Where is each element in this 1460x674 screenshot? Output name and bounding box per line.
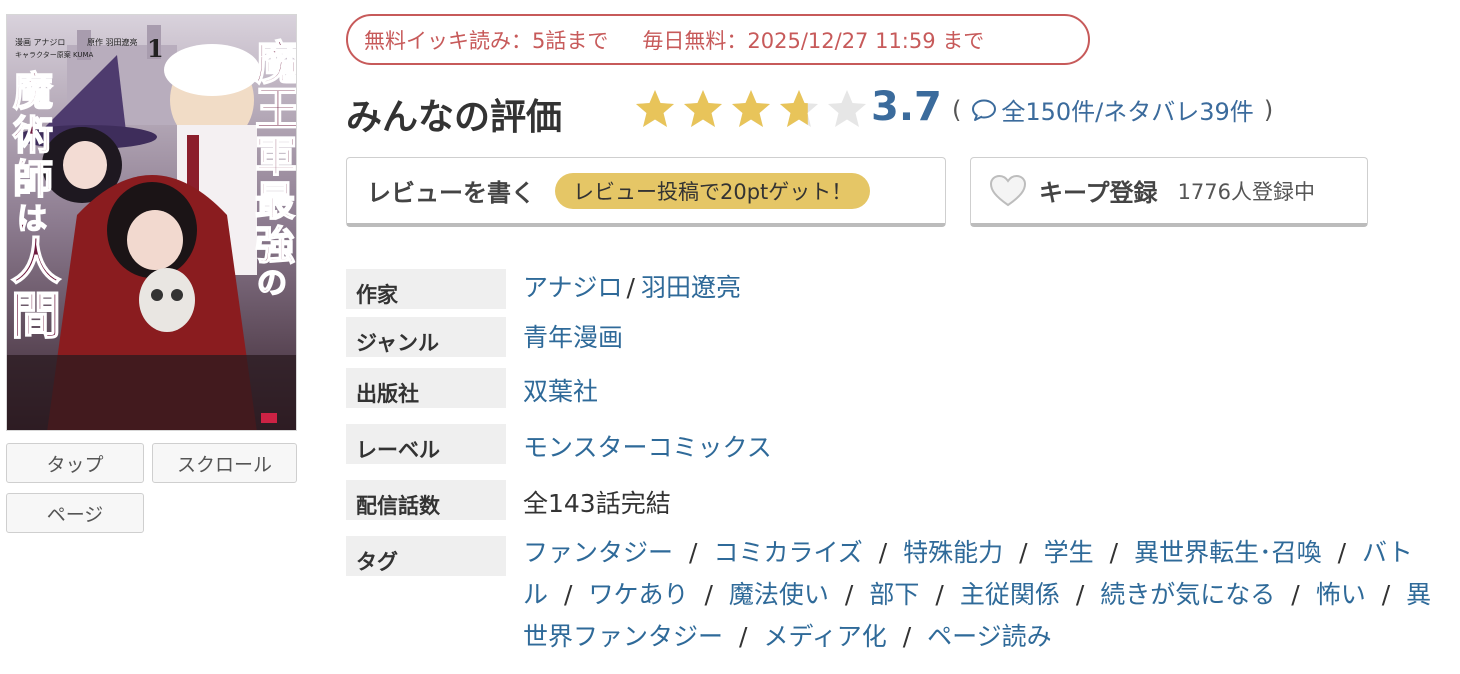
- cover-credit: キャラクター原案 KUMA: [15, 50, 94, 59]
- genre-link[interactable]: 青年漫画: [523, 323, 623, 352]
- label-label: レーベル: [346, 424, 506, 464]
- viewer-scroll-button[interactable]: スクロール: [152, 443, 297, 483]
- author-link[interactable]: アナジロ: [523, 273, 623, 302]
- tag-separator: /: [1075, 580, 1085, 609]
- tag-link[interactable]: 魔法使い: [729, 580, 829, 609]
- label-value: モンスターコミックス: [523, 428, 772, 464]
- keep-register-label: キープ登録: [1039, 179, 1158, 207]
- keep-count: 1776人登録中: [1177, 179, 1316, 204]
- genre-label: ジャンル: [346, 317, 506, 357]
- cover-illustration: 魔 王 軍 最 強 の 魔 術 師 は 人 間 1 漫画 アナジロ キャラクター…: [7, 15, 297, 430]
- cover-title-char: の: [257, 266, 287, 301]
- book-cover[interactable]: 魔 王 軍 最 強 の 魔 術 師 は 人 間 1 漫画 アナジロ キャラクター…: [6, 14, 297, 431]
- write-review-button[interactable]: レビューを書く レビュー投稿で20ptゲット！: [346, 157, 946, 227]
- tags-label: タグ: [346, 536, 506, 576]
- star-icon: [684, 90, 722, 127]
- keep-register-button[interactable]: キープ登録 1776人登録中: [970, 157, 1368, 227]
- author-separator: /: [626, 273, 635, 302]
- tag-separator: /: [902, 622, 912, 651]
- tag-link[interactable]: 部下: [869, 580, 919, 609]
- tag-link[interactable]: ページ読み: [927, 622, 1052, 651]
- review-promo-badge: レビュー投稿で20ptゲット！: [555, 172, 871, 209]
- star-icon: [636, 90, 674, 127]
- author-values: アナジロ / 羽田遼亮: [523, 268, 741, 304]
- genre-value: 青年漫画: [523, 318, 623, 354]
- tag-separator: /: [564, 580, 573, 609]
- publisher-label: 出版社: [346, 368, 506, 408]
- viewer-page-button[interactable]: ページ: [6, 493, 144, 533]
- close-paren: ): [1263, 95, 1274, 124]
- star-icon: [828, 90, 866, 127]
- tag-link[interactable]: 続きが気になる: [1100, 580, 1275, 609]
- tag-separator: /: [844, 580, 854, 609]
- tag-link[interactable]: 主従関係: [960, 580, 1060, 609]
- comment-bubble-icon: [972, 99, 997, 121]
- review-count-text: 全150件/ネタバレ39件: [1001, 98, 1254, 126]
- tag-separator: /: [1337, 538, 1347, 567]
- tag-link[interactable]: コミカライズ: [713, 538, 862, 567]
- tag-separator: /: [935, 580, 944, 609]
- rating-score: 3.7: [871, 84, 942, 130]
- rating-stars: [633, 88, 869, 130]
- cover-title-char: 魔: [13, 68, 53, 115]
- tag-separator: /: [1291, 580, 1300, 609]
- rating-title: みんなの評価: [346, 97, 563, 138]
- label-link[interactable]: モンスターコミックス: [523, 433, 772, 462]
- tag-separator: /: [1381, 580, 1391, 609]
- cover-title-char: 王: [255, 82, 297, 136]
- episodes-label: 配信話数: [346, 480, 506, 520]
- cover-title-char: 間: [11, 286, 61, 345]
- publisher-link[interactable]: 双葉社: [523, 377, 598, 406]
- cover-credit: 漫画 アナジロ: [15, 37, 65, 47]
- tag-link[interactable]: 特殊能力: [903, 538, 1003, 567]
- tag-link[interactable]: ワケあり: [588, 580, 688, 609]
- viewer-tap-button[interactable]: タップ: [6, 443, 144, 483]
- cover-title-char: 軍: [255, 132, 297, 181]
- tag-separator: /: [1019, 538, 1028, 567]
- tag-link[interactable]: メディア化: [763, 622, 886, 651]
- cover-title-char: 師: [13, 156, 53, 203]
- open-paren: (: [952, 95, 962, 124]
- cover-volume: 1: [147, 34, 164, 63]
- tag-link[interactable]: 怖い: [1316, 580, 1366, 609]
- tag-separator: /: [1109, 538, 1119, 567]
- tag-separator: /: [704, 580, 713, 609]
- episodes-value: 全143話完結: [523, 489, 671, 518]
- author-link[interactable]: 羽田遼亮: [641, 273, 741, 302]
- tag-list: ファンタジー / コミカライズ / 特殊能力 / 学生 / 異世界転生･召喚 / バトル / ワケあり /…: [523, 532, 1438, 658]
- tag-link[interactable]: 学生: [1044, 538, 1094, 567]
- heart-icon: [989, 174, 1027, 206]
- publisher-value: 双葉社: [523, 372, 598, 408]
- tag-link[interactable]: ファンタジー: [523, 538, 673, 567]
- tag-separator: /: [878, 538, 888, 567]
- tag-separator: /: [689, 538, 698, 567]
- star-icon: [732, 90, 770, 127]
- cover-title-char: 術: [12, 112, 53, 159]
- write-review-label: レビューを書く: [367, 179, 535, 207]
- publisher-logo: [261, 413, 277, 423]
- review-count-link[interactable]: ( 全150件/ネタバレ39件 ): [952, 92, 1273, 127]
- tag-separator: /: [739, 622, 748, 651]
- free-reading-badge: 無料イッキ読み：5話まで 毎日無料：2025/12/27 11:59 まで: [346, 14, 1090, 65]
- cover-title-char: 人: [11, 232, 61, 291]
- star-icon: [780, 90, 818, 127]
- cover-title-char: 強: [255, 222, 295, 269]
- author-label: 作家: [346, 269, 506, 309]
- tag-link[interactable]: 異世界転生･召喚: [1134, 538, 1322, 567]
- free-ikki-text: 無料イッキ読み：5話まで: [364, 28, 609, 53]
- cover-credit: 原作 羽田遼亮: [87, 37, 138, 47]
- cover-title-char: 最: [255, 178, 295, 225]
- free-daily-text: 毎日無料：2025/12/27 11:59 まで: [642, 28, 985, 53]
